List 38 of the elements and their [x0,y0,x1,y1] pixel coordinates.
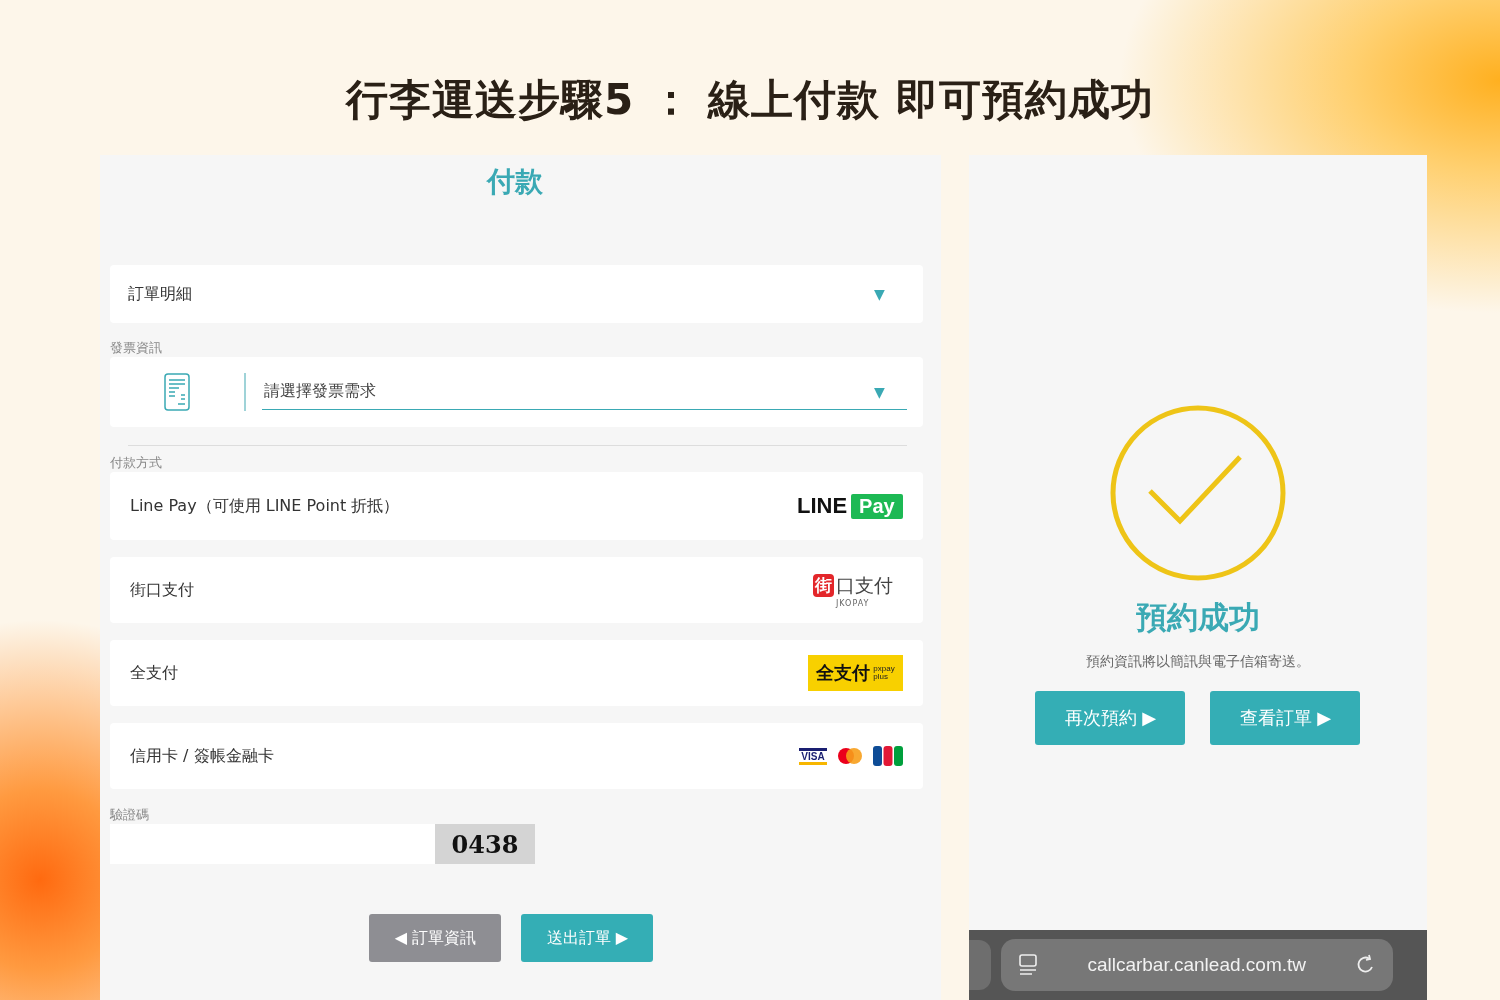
logo-text: LINE [797,493,848,519]
success-message: 預約資訊將以簡訊與電子信箱寄送。 [1085,653,1310,671]
url-text: callcarbar.canlead.com.tw [1087,954,1306,976]
section-label: 付款方式 [110,454,163,472]
success-title: 預約成功 [1135,598,1260,637]
captcha-field[interactable] [110,824,435,864]
payment-option[interactable]: Line Pay（可使用 LINE Point 折抵） LINE Pay [110,472,923,540]
page-title: 付款 [487,164,544,200]
section-label: 發票資訊 [110,339,163,357]
address-bar[interactable]: callcarbar.canlead.com.tw [1000,939,1393,991]
card-logo: VISA [799,747,827,765]
payment-option[interactable]: 街口支付 街 口支付 JKOPAY [110,557,923,623]
caret-icon: ▼ [873,383,885,400]
tab-button[interactable] [968,940,991,990]
captcha-image: 0438 [435,824,535,864]
overlapping-circles-icon [836,747,863,765]
logo-text: Pay [851,493,903,519]
logo-text: plus [873,673,889,681]
receipt-icon [164,373,190,411]
striped-card-icon [872,746,903,766]
option-label: 全支付 [130,662,178,684]
headline: 行李運送步驟5 ： 線上付款 即可預約成功 [345,74,1155,126]
option-label: Line Pay（可使用 LINE Point 折抵） [130,495,400,517]
logo-text: JKOPAY [835,598,870,608]
section-label: 驗證碼 [110,806,150,824]
invoice-select[interactable]: 請選擇發票需求 ▼ [262,374,907,410]
caret-icon: ▼ [873,286,885,302]
reader-icon [1016,952,1039,978]
logo-text: pxpay [873,665,895,673]
logo-text: 全支付 [816,661,871,685]
select-placeholder: 請選擇發票需求 [264,381,376,402]
logo-text: 口支付 [835,572,893,598]
payment-option[interactable]: 信用卡 / 簽帳金融卡 VISA [110,723,923,789]
logo-text: 街 [812,574,834,597]
dropdown-label: 訂單明細 [128,283,192,305]
option-label: 信用卡 / 簽帳金融卡 [130,745,274,767]
order-details-dropdown[interactable]: 訂單明細 ▼ [110,265,923,323]
option-label: 街口支付 [130,579,194,601]
